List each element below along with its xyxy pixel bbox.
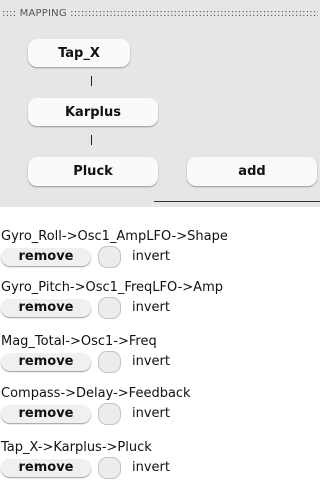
route-label: Mag_Total->Osc1->Freq bbox=[1, 334, 157, 349]
chain-connector bbox=[91, 76, 92, 86]
invert-toggle[interactable] bbox=[98, 457, 121, 479]
remove-button[interactable]: remove bbox=[1, 299, 91, 317]
divider bbox=[154, 201, 320, 202]
chain-node-pluck[interactable]: Pluck bbox=[28, 157, 158, 186]
route-label: Gyro_Pitch->Osc1_FreqLFO->Amp bbox=[1, 280, 223, 295]
remove-button[interactable]: remove bbox=[1, 248, 91, 266]
route-label: Gyro_Roll->Osc1_AmpLFO->Shape bbox=[1, 229, 228, 244]
chain-connector bbox=[91, 135, 92, 145]
invert-label: invert bbox=[132, 300, 170, 315]
invert-toggle[interactable] bbox=[98, 297, 121, 319]
route-label: Tap_X->Karplus->Pluck bbox=[1, 440, 152, 455]
remove-button[interactable]: remove bbox=[1, 459, 91, 477]
invert-toggle[interactable] bbox=[98, 246, 121, 268]
invert-label: invert bbox=[132, 406, 170, 421]
chain-node-tap-x[interactable]: Tap_X bbox=[28, 39, 130, 67]
invert-toggle[interactable] bbox=[98, 351, 121, 373]
route-label: Compass->Delay->Feedback bbox=[1, 386, 191, 401]
remove-button[interactable]: remove bbox=[1, 405, 91, 423]
add-button[interactable]: add bbox=[187, 157, 317, 186]
invert-label: invert bbox=[132, 249, 170, 264]
remove-button[interactable]: remove bbox=[1, 353, 91, 371]
mapping-header: :::: MAPPING :::::::::::::::::::::::::::… bbox=[2, 8, 318, 19]
invert-toggle[interactable] bbox=[98, 403, 121, 425]
chain-node-karplus[interactable]: Karplus bbox=[28, 98, 158, 126]
invert-label: invert bbox=[132, 354, 170, 369]
mapping-panel: :::: MAPPING :::::::::::::::::::::::::::… bbox=[0, 0, 320, 207]
invert-label: invert bbox=[132, 460, 170, 475]
